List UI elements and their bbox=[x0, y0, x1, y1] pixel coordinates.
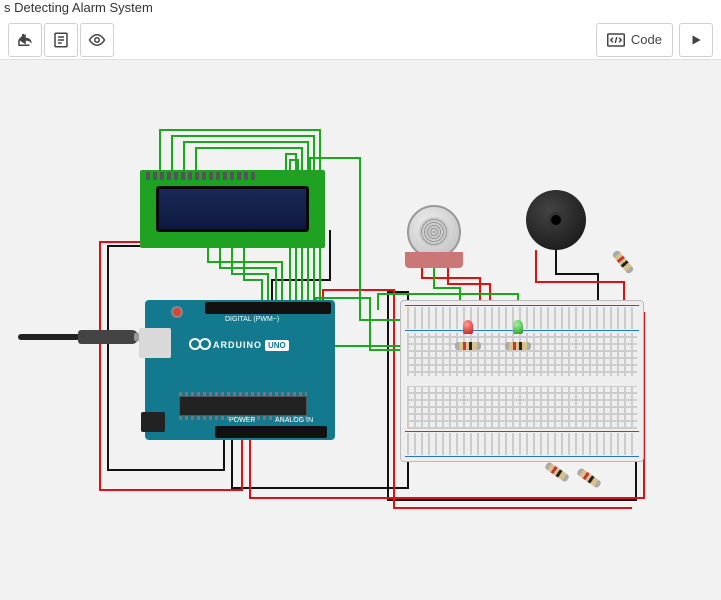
arduino-model: UNO bbox=[265, 340, 289, 351]
note-icon bbox=[52, 31, 70, 49]
circuit-canvas[interactable]: DIGITAL (PWM~) ARDUINO UNO POWER ANALOG … bbox=[0, 60, 721, 600]
arduino-barrel-jack bbox=[141, 412, 165, 432]
arduino-uno[interactable]: DIGITAL (PWM~) ARDUINO UNO POWER ANALOG … bbox=[145, 300, 335, 440]
arduino-reset-button[interactable] bbox=[171, 306, 183, 318]
share-button[interactable] bbox=[8, 23, 42, 57]
code-button-label: Code bbox=[631, 32, 662, 47]
share-arrow-icon bbox=[16, 31, 34, 49]
arduino-atmega-chip bbox=[179, 396, 307, 416]
led-green[interactable] bbox=[513, 320, 523, 334]
arduino-digital-label: DIGITAL (PWM~) bbox=[225, 316, 279, 323]
arduino-power-label: POWER bbox=[229, 417, 255, 424]
led-red[interactable] bbox=[463, 320, 473, 334]
arduino-brand: ARDUINO bbox=[213, 340, 262, 350]
code-button[interactable]: Code bbox=[596, 23, 673, 57]
piezo-buzzer[interactable] bbox=[526, 190, 586, 250]
resistor-2[interactable] bbox=[505, 342, 531, 350]
resistor-1[interactable] bbox=[455, 342, 481, 350]
resistor-3[interactable] bbox=[612, 249, 635, 274]
arduino-analog-label: ANALOG IN bbox=[275, 417, 313, 424]
play-icon bbox=[689, 33, 703, 47]
gas-sensor[interactable] bbox=[407, 205, 461, 259]
lcd-display[interactable] bbox=[140, 170, 325, 248]
visibility-button[interactable] bbox=[80, 23, 114, 57]
arduino-digital-header[interactable] bbox=[205, 302, 331, 314]
arduino-power-analog-header[interactable] bbox=[215, 426, 327, 438]
arduino-usb-port bbox=[139, 328, 171, 358]
gas-sensor-base bbox=[405, 252, 463, 268]
eye-icon bbox=[87, 31, 107, 49]
resistor-5[interactable] bbox=[576, 467, 602, 488]
toolbar: Code bbox=[0, 20, 721, 60]
code-icon bbox=[607, 33, 625, 47]
project-title: s Detecting Alarm System bbox=[0, 0, 721, 20]
breadboard-rail-bottom bbox=[407, 433, 637, 455]
resistor-4[interactable] bbox=[544, 461, 570, 482]
simulate-button[interactable] bbox=[679, 23, 713, 57]
power-cable[interactable] bbox=[18, 330, 138, 344]
notes-button[interactable] bbox=[44, 23, 78, 57]
lcd-screen bbox=[156, 186, 309, 232]
